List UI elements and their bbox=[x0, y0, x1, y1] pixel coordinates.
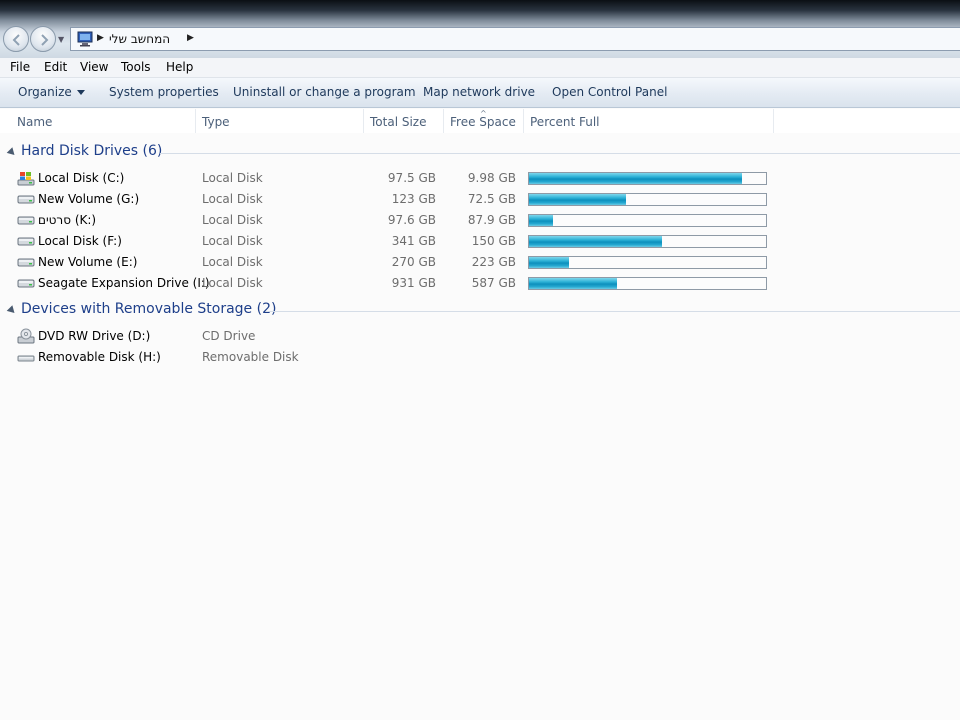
open-control-panel-button[interactable]: Open Control Panel bbox=[552, 85, 667, 99]
arrow-right-icon bbox=[41, 34, 49, 46]
drive-free-space: 150 GB bbox=[471, 234, 516, 248]
hard-drive-icon bbox=[17, 212, 35, 228]
percent-full-fill bbox=[529, 278, 617, 289]
device-row[interactable]: Removable Disk (H:) Removable Disk bbox=[0, 347, 960, 368]
hard-drive-icon bbox=[17, 254, 35, 270]
drive-free-space: 87.9 GB bbox=[467, 213, 516, 227]
device-name: Removable Disk (H:) bbox=[38, 350, 161, 364]
drive-type: Local Disk bbox=[202, 276, 263, 290]
percent-full-bar bbox=[528, 235, 767, 248]
menu-tools[interactable]: Tools bbox=[121, 60, 151, 74]
computer-icon bbox=[77, 31, 93, 47]
menu-edit[interactable]: Edit bbox=[44, 60, 67, 74]
percent-full-bar bbox=[528, 172, 767, 185]
device-row[interactable]: DVD RW Drive (D:) CD Drive bbox=[0, 326, 960, 347]
device-type: Removable Disk bbox=[202, 350, 299, 364]
system-drive-icon bbox=[17, 170, 35, 186]
window-titlebar: ▼ ▶ המחשב שלי ▶ bbox=[0, 0, 960, 58]
drive-free-space: 72.5 GB bbox=[467, 192, 516, 206]
drive-row[interactable]: Local Disk (F:) Local Disk 341 GB 150 GB bbox=[0, 231, 960, 252]
group-divider bbox=[160, 153, 960, 154]
drive-free-space: 587 GB bbox=[471, 276, 516, 290]
drive-row[interactable]: Local Disk (C:) Local Disk 97.5 GB 9.98 GB bbox=[0, 168, 960, 189]
drive-row[interactable]: סרטים (K:) Local Disk 97.6 GB 87.9 GB bbox=[0, 210, 960, 231]
address-bar[interactable]: ▶ המחשב שלי ▶ bbox=[70, 27, 960, 51]
drive-total-size: 931 GB bbox=[391, 276, 436, 290]
hard-drive-icon bbox=[17, 275, 35, 291]
drive-name: סרטים (K:) bbox=[38, 213, 97, 227]
column-total-size[interactable]: Total Size bbox=[364, 109, 444, 133]
arrow-left-icon bbox=[12, 34, 20, 46]
group-removable-storage[interactable]: Devices with Removable Storage (2) bbox=[0, 301, 960, 321]
chevron-down-icon bbox=[76, 90, 85, 95]
device-type: CD Drive bbox=[202, 329, 256, 343]
drive-type: Local Disk bbox=[202, 255, 263, 269]
back-button[interactable] bbox=[3, 26, 29, 52]
organize-button[interactable]: Organize bbox=[18, 85, 85, 99]
menu-view[interactable]: View bbox=[80, 60, 108, 74]
drive-name: Local Disk (C:) bbox=[38, 171, 125, 185]
drive-row[interactable]: New Volume (G:) Local Disk 123 GB 72.5 GB bbox=[0, 189, 960, 210]
menu-file[interactable]: File bbox=[10, 60, 30, 74]
hard-drive-icon bbox=[17, 191, 35, 207]
drive-row[interactable]: Seagate Expansion Drive (I:) Local Disk 93… bbox=[0, 273, 960, 294]
menu-bar: File Edit View Tools Help bbox=[0, 58, 960, 78]
drive-row[interactable]: New Volume (E:) Local Disk 270 GB 223 GB bbox=[0, 252, 960, 273]
breadcrumb-computer[interactable]: המחשב שלי bbox=[109, 32, 170, 46]
drive-name: New Volume (E:) bbox=[38, 255, 138, 269]
drive-total-size: 97.5 GB bbox=[387, 171, 436, 185]
system-properties-button[interactable]: System properties bbox=[109, 85, 219, 99]
drive-type: Local Disk bbox=[202, 213, 263, 227]
percent-full-fill bbox=[529, 257, 570, 268]
device-name: DVD RW Drive (D:) bbox=[38, 329, 151, 343]
column-header-row: Name Type Total Size Free Space Percent … bbox=[0, 109, 960, 133]
percent-full-bar bbox=[528, 193, 767, 206]
drive-type: Local Disk bbox=[202, 192, 263, 206]
drive-free-space: 9.98 GB bbox=[467, 171, 516, 185]
percent-full-fill bbox=[529, 194, 627, 205]
drive-type: Local Disk bbox=[202, 171, 263, 185]
percent-full-fill bbox=[529, 236, 662, 247]
group-hard-disk-drives[interactable]: Hard Disk Drives (6) bbox=[0, 143, 960, 163]
recent-pages-dropdown-icon[interactable]: ▼ bbox=[58, 35, 64, 44]
map-network-drive-button[interactable]: Map network drive bbox=[423, 85, 535, 99]
forward-button[interactable] bbox=[30, 26, 56, 52]
sort-ascending-icon: ^ bbox=[480, 109, 487, 118]
removable-disk-icon bbox=[17, 349, 35, 365]
drive-name: Local Disk (F:) bbox=[38, 234, 122, 248]
collapse-triangle-icon[interactable] bbox=[6, 305, 18, 316]
breadcrumb-separator-icon[interactable]: ▶ bbox=[187, 33, 194, 43]
drive-free-space: 223 GB bbox=[471, 255, 516, 269]
organize-label: Organize bbox=[18, 85, 72, 99]
drive-name: Seagate Expansion Drive (I:) bbox=[38, 276, 210, 290]
percent-full-fill bbox=[529, 173, 743, 184]
group-title: Hard Disk Drives (6) bbox=[21, 143, 163, 159]
drive-name: New Volume (G:) bbox=[38, 192, 140, 206]
breadcrumb-separator-icon[interactable]: ▶ bbox=[97, 33, 104, 43]
percent-full-bar bbox=[528, 277, 767, 290]
column-percent-full[interactable]: Percent Full bbox=[524, 109, 774, 133]
column-type[interactable]: Type bbox=[196, 109, 364, 133]
percent-full-bar bbox=[528, 214, 767, 227]
uninstall-program-button[interactable]: Uninstall or change a program bbox=[233, 85, 416, 99]
group-title: Devices with Removable Storage (2) bbox=[21, 301, 277, 317]
drive-total-size: 97.6 GB bbox=[387, 213, 436, 227]
drive-total-size: 123 GB bbox=[391, 192, 436, 206]
column-name[interactable]: Name bbox=[11, 109, 196, 133]
percent-full-bar bbox=[528, 256, 767, 269]
address-row: ▼ ▶ המחשב שלי ▶ bbox=[0, 22, 960, 56]
drive-total-size: 270 GB bbox=[391, 255, 436, 269]
hard-drive-icon bbox=[17, 233, 35, 249]
menu-help[interactable]: Help bbox=[166, 60, 193, 74]
group-divider bbox=[268, 311, 960, 312]
dvd-drive-icon bbox=[17, 328, 35, 344]
drive-total-size: 341 GB bbox=[391, 234, 436, 248]
drive-type: Local Disk bbox=[202, 234, 263, 248]
percent-full-fill bbox=[529, 215, 553, 226]
collapse-triangle-icon[interactable] bbox=[6, 147, 18, 158]
command-bar: Organize System properties Uninstall or … bbox=[0, 78, 960, 108]
